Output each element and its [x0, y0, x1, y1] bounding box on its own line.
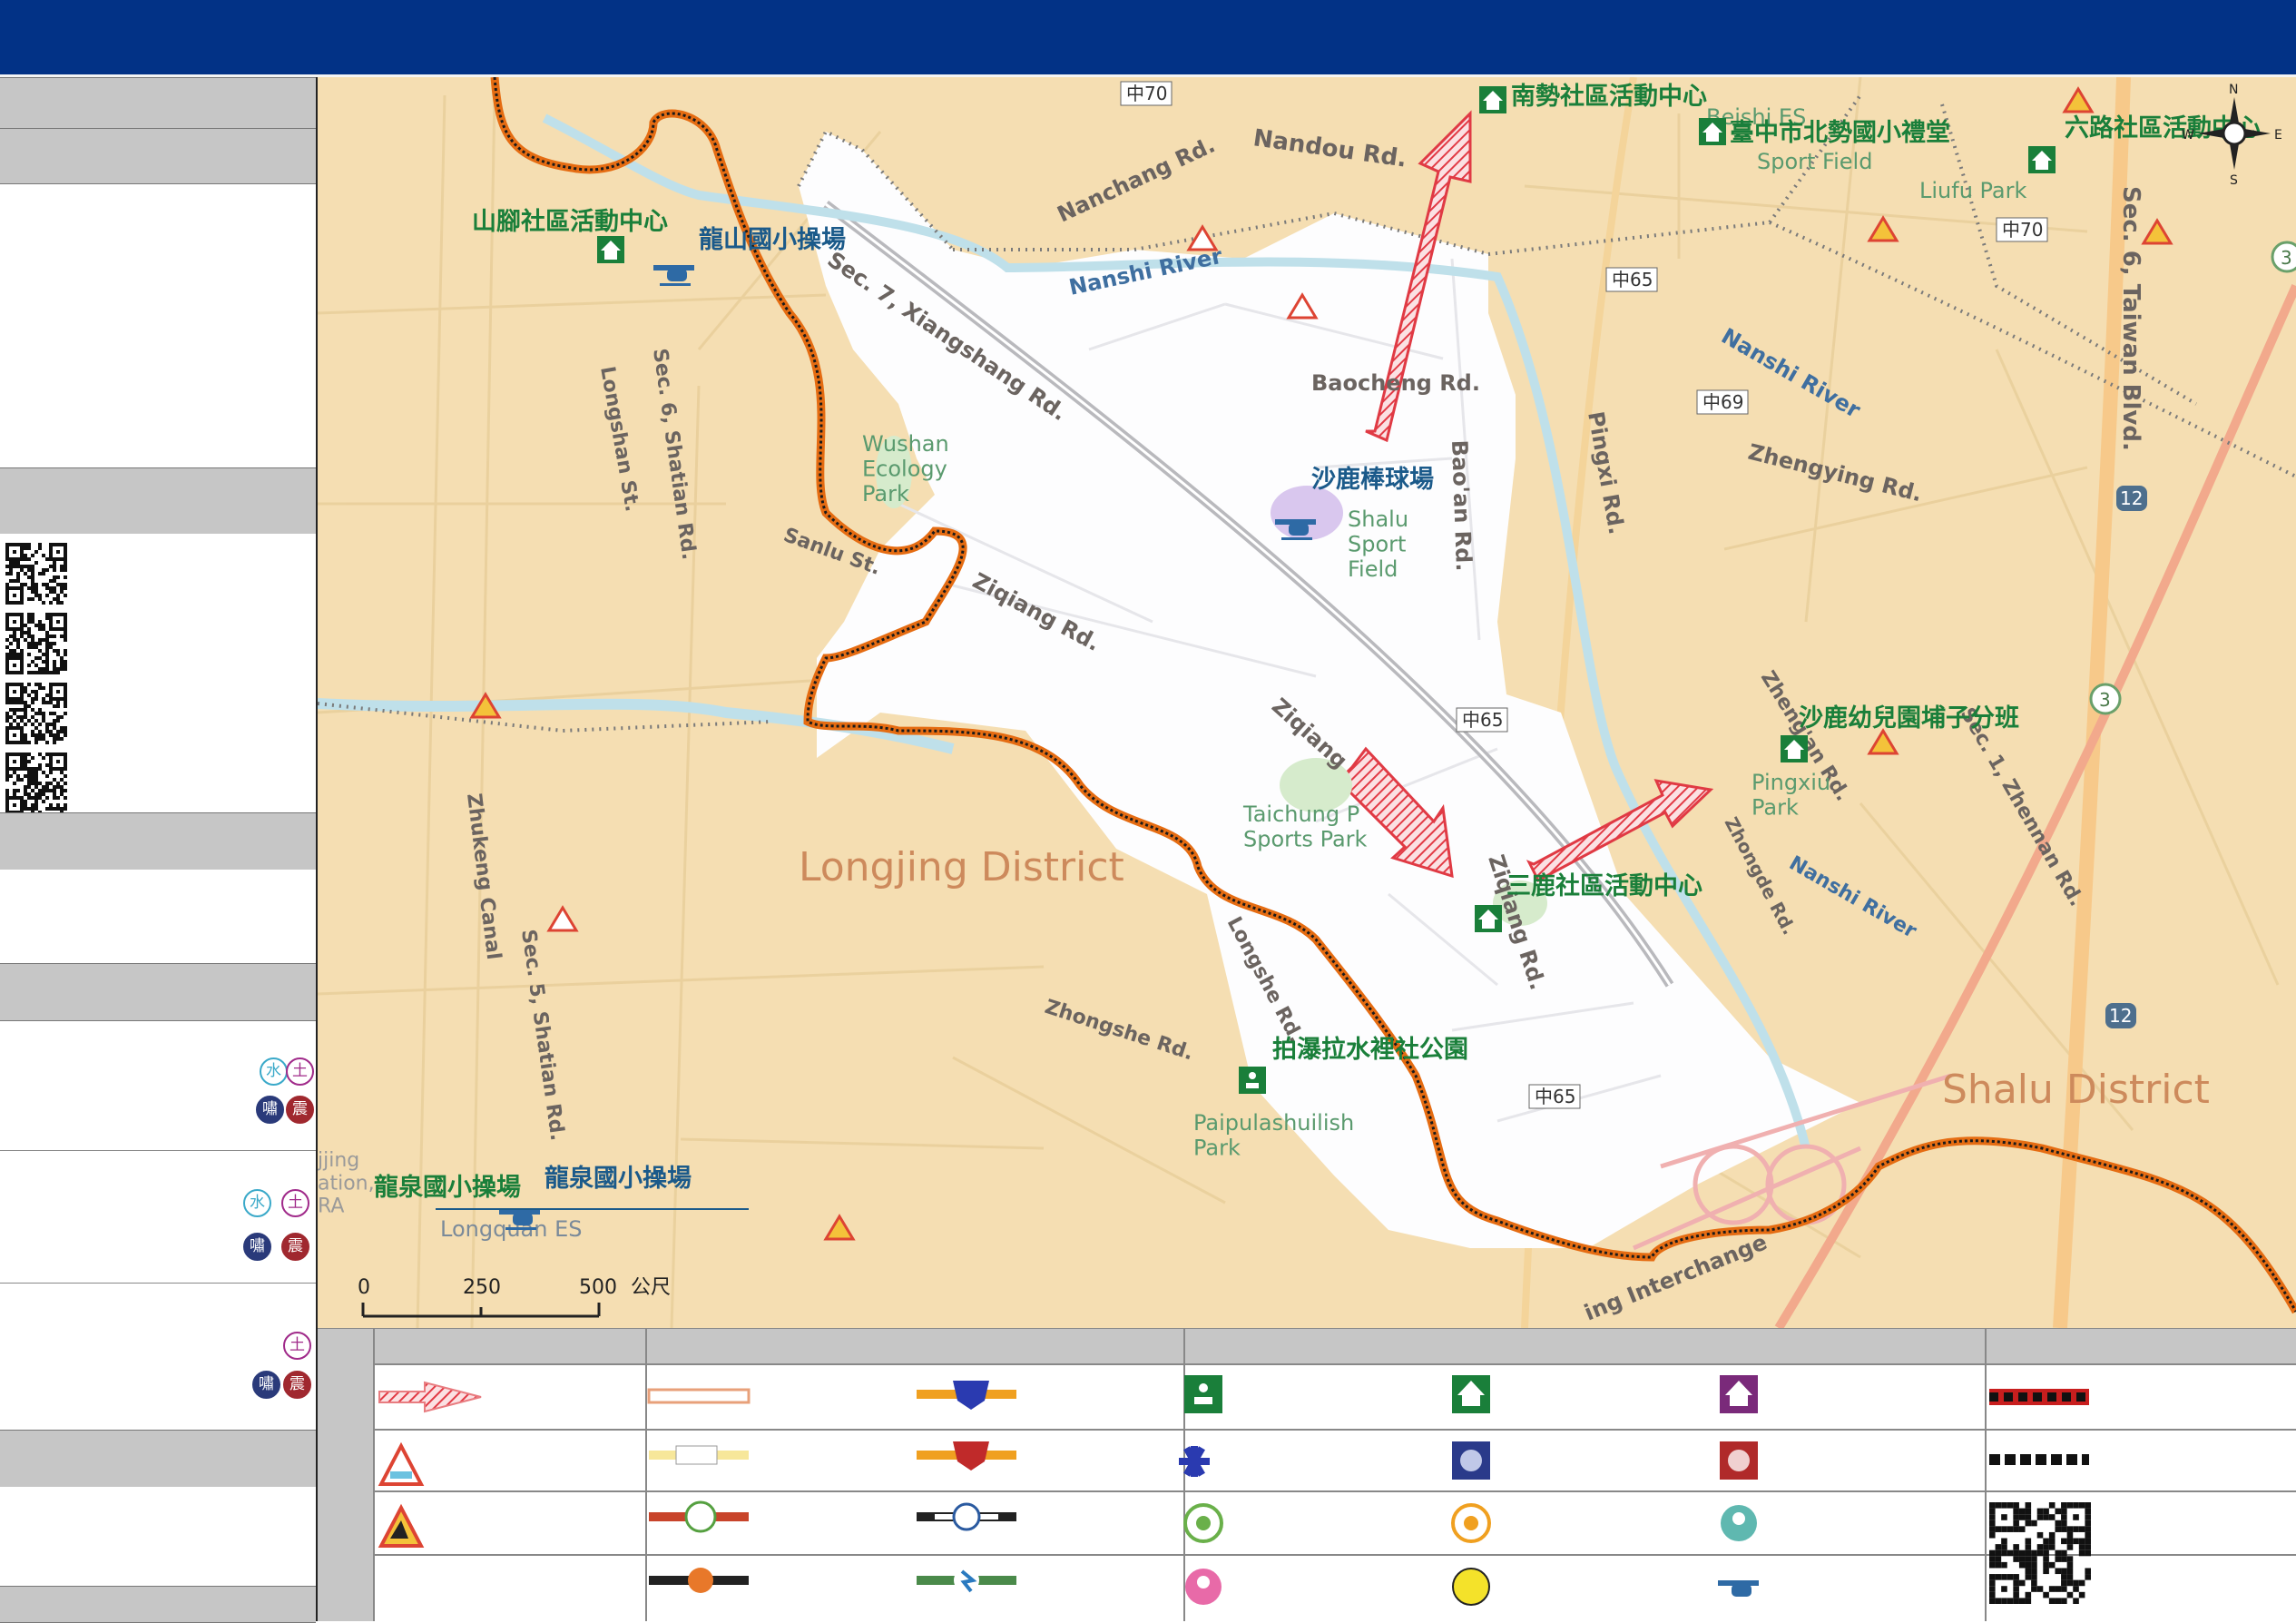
shelter-label: 南勢社區活動中心	[1511, 82, 1707, 111]
eoc-icon	[1452, 1568, 1490, 1606]
sidebar-qr-list	[0, 534, 316, 814]
shelter-label: 山腳社區活動中心	[472, 207, 668, 236]
shelter-icon[interactable]	[1479, 86, 1506, 113]
shelter-icon[interactable]	[1475, 905, 1502, 932]
park-shelter-label: 拍瀑拉水裡社公園	[1272, 1035, 1468, 1064]
route-shield-label: 中65	[1535, 1086, 1575, 1107]
shelter-label: 臺中市北勢國小禮堂	[1730, 118, 1950, 147]
scale-tick: 250	[463, 1276, 501, 1299]
highway-shield-label: 12	[2120, 487, 2143, 509]
sidebar-section-4-header	[0, 812, 316, 871]
sidebar-section-6-body	[0, 1487, 316, 1585]
sidebar-hazard-row-1: 水 土 嘯 震	[0, 1021, 316, 1151]
helipad-field-label: 龍泉國小操場	[374, 1173, 521, 1202]
sidebar-section-3-header	[0, 467, 316, 535]
helipad-label: 龍泉國小操場	[545, 1164, 692, 1193]
shelter-icon[interactable]	[2028, 146, 2056, 173]
tsunami-hazard-icon: 嘯	[256, 1096, 284, 1124]
quake-hazard-icon: 震	[281, 1233, 309, 1261]
route-shield-label: 中65	[1462, 709, 1503, 731]
sidebar-section-2-header	[0, 128, 316, 184]
sidebar-hazard-row-2: 水 土 嘯 震	[0, 1151, 316, 1284]
park-facility-icon	[1239, 1067, 1266, 1094]
water-hazard-icon: 水	[260, 1057, 288, 1086]
sidebar-hazard-row-3: 土 嘯 震	[0, 1284, 316, 1410]
district-label: Longjing District	[799, 844, 1124, 890]
helipad-label: 龍山國小操場	[699, 225, 846, 254]
tsunami-hazard-icon: 嘯	[252, 1371, 280, 1399]
compass-n: N	[2229, 83, 2238, 97]
route-shield-label: 中69	[1702, 391, 1743, 413]
park-facility-icon	[1184, 1375, 1222, 1413]
compass-w: W	[2182, 128, 2194, 143]
soil-hazard-icon: 土	[283, 1332, 311, 1360]
shelter-label: 沙鹿幼兒園埔子分班	[1799, 703, 2019, 733]
shelter-icon[interactable]	[1781, 735, 1808, 762]
helipad-label: 沙鹿棒球場	[1311, 465, 1434, 494]
route-shield-label: 3	[2099, 689, 2111, 711]
sidebar-section-6-header	[0, 1430, 316, 1488]
legend-road-type-1	[647, 1388, 751, 1404]
soil-hazard-icon: 土	[281, 1189, 309, 1217]
map-legend	[318, 1328, 2296, 1621]
road-label: Bao'an Rd.	[1447, 439, 1477, 572]
soil-hazard-icon: 土	[286, 1057, 314, 1086]
compass-e: E	[2274, 128, 2282, 143]
sidebar-section-5-header	[0, 963, 316, 1021]
quake-hazard-icon: 震	[286, 1096, 314, 1124]
scale-tick: 500	[579, 1276, 617, 1299]
route-shield-label: 中70	[1126, 83, 1167, 104]
qr-code-3[interactable]	[5, 683, 67, 744]
legend-left-strip	[318, 1328, 374, 1621]
qr-code-2[interactable]	[5, 613, 67, 674]
sidebar-section-1-header	[0, 77, 316, 129]
sidebar-section-7-header	[0, 1586, 316, 1623]
district-label: Shalu District	[1942, 1067, 2210, 1113]
sidebar-section-4-body	[0, 870, 316, 962]
road-label: Sec. 6, Taiwan Blvd.	[2117, 186, 2144, 451]
shelter-icon[interactable]	[1699, 118, 1726, 145]
qr-code-4[interactable]	[5, 752, 67, 814]
compass-s: S	[2230, 173, 2238, 188]
route-shield-label: 中65	[1612, 269, 1653, 290]
legend-header-row	[374, 1328, 2296, 1364]
evacuation-map[interactable]: Longjing District Shalu District Nandou …	[318, 77, 2296, 1328]
sidebar-section-2-body	[0, 184, 316, 466]
park-label: Liufu Park	[1919, 178, 2027, 203]
park-label: Sport Field	[1757, 149, 1872, 174]
qr-code-1[interactable]	[5, 543, 67, 605]
highway-shield-label: 12	[2109, 1005, 2132, 1027]
info-sidebar: 水 土 嘯 震 水 土 嘯 震 土 嘯 震	[0, 77, 318, 1623]
quake-hazard-icon: 震	[283, 1371, 311, 1399]
shelter-label: 三鹿社區活動中心	[1506, 871, 1702, 900]
park-label: Taichung P Sports Park	[1242, 802, 1368, 852]
header-bar	[0, 0, 2296, 77]
water-hazard-icon: 水	[243, 1189, 271, 1217]
route-shield-label: 中70	[2002, 219, 2043, 241]
tsunami-hazard-icon: 嘯	[243, 1233, 271, 1261]
road-label: Baocheng Rd.	[1311, 370, 1480, 396]
route-shield-label: 3	[2281, 247, 2292, 269]
scale-unit: 公尺	[631, 1276, 671, 1299]
scale-tick: 0	[358, 1276, 370, 1299]
shelter-icon[interactable]	[597, 236, 624, 263]
